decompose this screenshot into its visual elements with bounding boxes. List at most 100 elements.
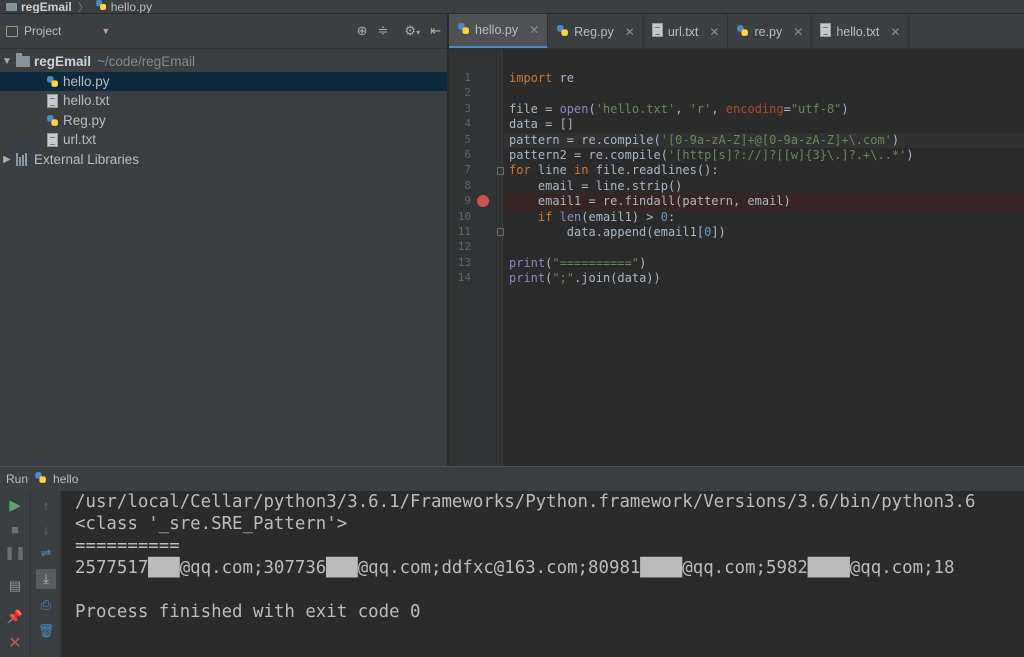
console-line: Process finished with exit code 0 <box>75 602 421 622</box>
line-number: 8 <box>464 178 471 192</box>
tab-label: url.txt <box>667 24 699 39</box>
python-file-icon <box>95 0 107 13</box>
code-line: file = open('hello.txt', 'r', encoding="… <box>509 101 849 116</box>
close-icon[interactable]: ✕ <box>709 25 719 39</box>
python-file-icon <box>46 74 59 89</box>
gear-icon[interactable]: ⚙▾ <box>404 23 420 39</box>
project-panel: Project ▼ ⊕ ≑ ⚙▾ ⇤ ▼ regEmail ~/code/reg… <box>0 14 448 466</box>
expand-arrow-icon[interactable]: ▼ <box>0 56 14 67</box>
line-number: 7 <box>464 163 471 177</box>
tab-hello-txt[interactable]: hello.txt ✕ <box>812 14 910 48</box>
python-file-icon <box>34 471 47 487</box>
python-file-icon <box>46 113 59 128</box>
tab-label: hello.txt <box>836 24 880 39</box>
stop-icon[interactable]: ■ <box>5 519 25 539</box>
line-number: 1 <box>464 71 471 84</box>
tree-root-name: regEmail <box>34 54 92 70</box>
tree-external-libraries[interactable]: ▶ External Libraries <box>0 150 447 170</box>
run-console[interactable]: /usr/local/Cellar/python3/3.6.1/Framewor… <box>62 491 1024 657</box>
scroll-from-source-icon[interactable]: ⊕ <box>357 23 368 39</box>
tab-hello-py[interactable]: hello.py ✕ <box>449 14 549 48</box>
code-editor[interactable]: import re file = open('hello.txt', 'r', … <box>504 50 1024 466</box>
project-view-label: Project <box>24 24 62 38</box>
trash-icon[interactable]: 🗑 <box>36 621 56 641</box>
run-label: Run <box>6 472 29 486</box>
code-line: print("==========") <box>509 255 647 270</box>
tab-label: re.py <box>754 24 783 39</box>
close-icon[interactable]: ✕ <box>529 23 539 37</box>
code-line: email1 = re.findall(pattern, email) <box>509 194 791 209</box>
run-toolbar-primary: ▶ ■ ❚❚ ▤ 📌 ✕ <box>0 491 31 657</box>
code-line: email = line.strip() <box>509 178 683 193</box>
line-number: 14 <box>457 271 471 285</box>
fold-marker-icon[interactable] <box>497 167 504 175</box>
breadcrumb: regEmail 〉 hello.py <box>0 0 1024 14</box>
restore-layout-icon[interactable]: ▤ <box>5 576 25 596</box>
breakpoint-icon[interactable] <box>477 194 489 207</box>
project-panel-header: Project ▼ ⊕ ≑ ⚙▾ ⇤ <box>0 14 447 49</box>
code-line: data = [] <box>509 117 575 132</box>
close-icon[interactable]: ✕ <box>890 25 900 39</box>
tree-file-hello-py[interactable]: hello.py <box>0 71 447 91</box>
tab-re-py[interactable]: re.py ✕ <box>728 14 813 48</box>
fold-marker-icon[interactable] <box>497 228 504 236</box>
hide-panel-icon[interactable]: ⇤ <box>430 23 441 39</box>
tree-file-url-txt[interactable]: url.txt <box>0 130 447 150</box>
line-number: 3 <box>464 101 471 115</box>
folder-icon <box>6 2 17 11</box>
pause-icon[interactable]: ❚❚ <box>4 543 26 563</box>
console-line: ========== <box>75 536 180 556</box>
tab-url-txt[interactable]: url.txt ✕ <box>644 14 729 48</box>
arrow-up-icon[interactable]: ↑ <box>36 495 56 515</box>
rerun-icon[interactable]: ▶ <box>5 495 25 515</box>
chevron-right-icon: 〉 <box>77 1 89 14</box>
folder-icon <box>16 53 30 68</box>
arrow-down-icon[interactable]: ↓ <box>36 519 56 539</box>
breadcrumb-project-label: regEmail <box>21 0 72 14</box>
tree-root-path: ~/code/regEmail <box>97 54 195 70</box>
code-line: data.append(email1[0]) <box>509 225 726 239</box>
expand-arrow-icon[interactable]: ▶ <box>0 154 14 165</box>
tab-label: hello.py <box>475 23 519 37</box>
line-number: 5 <box>464 132 471 146</box>
tree-external-label: External Libraries <box>34 151 140 167</box>
console-line: <class '_sre.SRE_Pattern'> <box>75 514 348 534</box>
tree-file-reg-py[interactable]: Reg.py <box>0 111 447 131</box>
editor-gutter[interactable]: 1 2 3 4 5 6 7 8 9 10 11 12 13 14 <box>449 50 504 466</box>
python-file-icon <box>556 24 569 40</box>
breadcrumb-project[interactable]: regEmail <box>0 0 78 14</box>
soft-wrap-icon[interactable]: ⇌ <box>36 543 56 563</box>
text-file-icon <box>46 132 59 147</box>
line-number: 2 <box>464 86 471 100</box>
breadcrumb-file[interactable]: hello.py <box>89 0 158 14</box>
library-icon <box>16 152 30 166</box>
text-file-icon <box>651 23 663 40</box>
close-icon[interactable]: ✕ <box>625 25 635 39</box>
text-file-icon <box>46 93 59 108</box>
editor-tabs: hello.py ✕ Reg.py ✕ url.txt ✕ re.py ✕ he… <box>449 14 1024 49</box>
pin-icon[interactable]: 📌 <box>5 607 25 627</box>
code-line: if len(email1) > 0: <box>537 209 676 224</box>
code-line: for line in file.readlines(): <box>509 163 719 178</box>
tab-label: Reg.py <box>574 24 614 39</box>
project-view-selector[interactable]: Project ▼ <box>6 24 110 38</box>
code-line: import re <box>509 71 575 85</box>
print-icon[interactable]: ⎙ <box>36 595 56 615</box>
collapse-all-icon[interactable]: ≑ <box>378 23 389 39</box>
run-toolbar-secondary: ↑ ↓ ⇌ ⤓ ⎙ 🗑 <box>31 491 61 657</box>
tree-file-hello-txt[interactable]: hello.txt <box>0 91 447 111</box>
tab-reg-py[interactable]: Reg.py ✕ <box>548 14 644 48</box>
close-icon[interactable]: ✕ <box>793 25 803 39</box>
project-view-icon <box>6 25 18 37</box>
scroll-to-end-icon[interactable]: ⤓ <box>36 569 56 589</box>
close-icon[interactable]: ✕ <box>5 633 25 653</box>
run-config-label[interactable]: hello <box>53 472 78 486</box>
python-file-icon <box>457 22 470 38</box>
line-number: 12 <box>457 240 471 254</box>
console-line: 2577517███@qq.com;307736███@qq.com;ddfxc… <box>75 558 955 578</box>
tree-file-label: Reg.py <box>63 112 106 128</box>
breadcrumb-file-label: hello.py <box>110 0 153 14</box>
tree-file-label: hello.py <box>63 73 110 89</box>
code-line: pattern2 = re.compile('[http[s]?://]?[[w… <box>509 148 914 162</box>
tree-root[interactable]: ▼ regEmail ~/code/regEmail <box>0 52 447 72</box>
